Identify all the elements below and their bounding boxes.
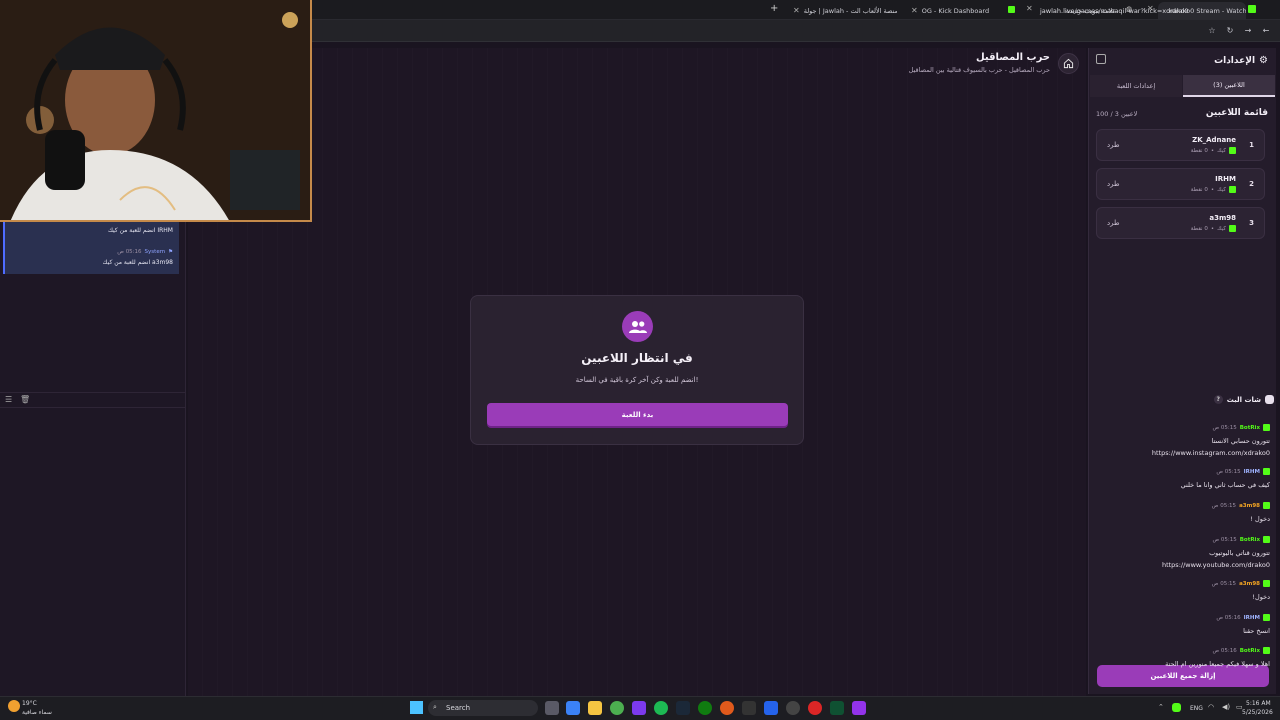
reload-icon[interactable]: ↻ <box>1224 25 1236 37</box>
kick-player-button[interactable]: طرد <box>1107 219 1120 227</box>
clock-time[interactable]: 5:16 AM <box>1246 700 1271 707</box>
player-name: ZK_Adnane <box>1192 136 1236 144</box>
app-icon[interactable] <box>764 701 778 715</box>
clock-date[interactable]: 5/25/2026 <box>1242 709 1273 716</box>
back-icon[interactable]: ← <box>1260 25 1272 37</box>
page-title: حرب المصاقيل <box>975 52 1050 63</box>
filter-icon[interactable]: ☰ <box>5 395 12 404</box>
url-field[interactable]: jawlah.live/games/masaqil-war?kick=xdrak… <box>1040 4 1200 18</box>
system-message: ⚑ System 05:16 ص a3m98 انضم للعبة من كيك <box>3 246 179 274</box>
stream-chat-panel <box>0 222 186 696</box>
kick-icon <box>1263 580 1270 587</box>
users-icon <box>622 311 653 342</box>
player-meta: كيك • 0 نقطة <box>1191 186 1236 193</box>
webcam-overlay <box>0 0 312 222</box>
player-row: 1 ZK_Adnane كيك • 0 نقطة طرد <box>1096 129 1265 161</box>
modal-subtitle: انضم للعبة وكن آخر كرة باقية في الساحة! <box>575 376 699 384</box>
player-row: 3 a3m98 كيك • 0 نقطة طرد <box>1096 207 1265 239</box>
modal-title: في انتظار اللاعبين <box>581 351 693 365</box>
kick-icon <box>1263 502 1270 509</box>
xbox-icon[interactable] <box>698 701 712 715</box>
kick-icon <box>1229 147 1236 154</box>
windows-start-icon[interactable] <box>410 701 423 714</box>
info-icon[interactable]: ? <box>1213 395 1223 404</box>
kick-icon <box>1248 5 1256 13</box>
volume-icon[interactable]: ◀) <box>1222 703 1230 711</box>
players-count: 100 / 3 لاعبين <box>1096 110 1138 118</box>
chrome-icon[interactable] <box>610 701 624 715</box>
home-button[interactable] <box>1058 53 1079 74</box>
app-icon[interactable] <box>852 701 866 715</box>
taskbar-search[interactable]: Search <box>428 700 538 716</box>
gear-icon: ⚙ <box>1259 55 1268 66</box>
system-message: IRHM انضم للعبة من كيك <box>3 222 179 246</box>
browser-tab-jawlah[interactable]: ✕ جولة | Jawlah - منصة الألعاب الت <box>787 2 897 19</box>
browser-tab-kick-dashboard[interactable]: ✕ OG - Kick Dashboard <box>905 2 1005 19</box>
chat-message: BotRix 05:15 ص تتورون قناتي باليوتيوب htt… <box>1161 536 1270 569</box>
system-icon: ⚑ <box>168 249 173 255</box>
start-game-button[interactable]: بدء اللعبة <box>487 403 788 426</box>
youtube-icon[interactable] <box>808 701 822 715</box>
chat-title: شات البث ? <box>1213 395 1274 404</box>
streamer-webcam-image <box>0 0 310 220</box>
close-tab-icon[interactable]: ✕ <box>793 6 800 15</box>
obs-icon[interactable] <box>720 701 734 715</box>
page-subtitle: حرب المصاقيل - حرب بالسيوف قتالية بين ال… <box>908 66 1050 74</box>
player-number: 1 <box>1249 141 1254 149</box>
close-tab-icon[interactable]: ✕ <box>911 6 918 15</box>
kick-icon <box>1229 186 1236 193</box>
bookmark-icon[interactable]: ☆ <box>1206 25 1218 37</box>
kick-icon <box>1263 536 1270 543</box>
tray-chevron-icon[interactable]: ⌃ <box>1158 703 1164 711</box>
player-number: 3 <box>1249 219 1254 227</box>
kick-icon <box>1263 647 1270 654</box>
kick-icon <box>1008 6 1015 13</box>
kick-icon <box>1229 225 1236 232</box>
trash-icon[interactable]: 🗑 <box>20 395 30 404</box>
tab-game-settings[interactable]: إعدادات اللعبة <box>1090 75 1182 97</box>
chat-message: a3m98 05:15 ص دخول ! <box>1211 502 1270 523</box>
kick-icon[interactable] <box>1172 703 1181 712</box>
tab-players[interactable]: اللاعبين (3) <box>1183 75 1275 97</box>
player-name: a3m98 <box>1209 214 1236 222</box>
close-tab-icon[interactable]: ✕ <box>1026 4 1033 13</box>
kick-player-button[interactable]: طرد <box>1107 141 1120 149</box>
weather-icon <box>8 700 20 712</box>
home-icon <box>1063 58 1074 69</box>
collapse-panel-icon[interactable] <box>1096 54 1106 64</box>
task-view-icon[interactable] <box>545 701 559 715</box>
app-icon[interactable] <box>786 701 800 715</box>
chat-message: BotRix 05:15 ص تتورون حسابي الانستا https… <box>1151 424 1270 457</box>
spotify-icon[interactable] <box>654 701 668 715</box>
wifi-icon[interactable]: ◠ <box>1208 703 1214 711</box>
chat-message: IRHM 05:15 ص كيف في حساب ثاني وانا ما خلن… <box>1180 468 1270 489</box>
new-tab-button[interactable]: + <box>770 3 778 14</box>
copilot-icon[interactable] <box>566 701 580 715</box>
chat-message: BotRix 05:16 ص اهلا و سهلا فيكم جميعا منو… <box>1165 647 1270 668</box>
weather-temp: 19°C <box>22 700 37 707</box>
kick-icon <box>1263 614 1270 621</box>
app-icon[interactable] <box>830 701 844 715</box>
chat-message: a3m98 05:15 ص دخول! <box>1211 580 1270 601</box>
chat-icon <box>1265 395 1274 404</box>
player-meta: كيك • 0 نقطة <box>1191 225 1236 232</box>
search-icon: ⌕ <box>433 703 437 711</box>
settings-title: ⚙ الإعدادات <box>1214 55 1268 66</box>
players-heading: قائمة اللاعبين <box>1205 108 1268 118</box>
player-row: 2 IRHM كيك • 0 نقطة طرد <box>1096 168 1265 200</box>
weather-desc: سماء صافية <box>22 709 52 716</box>
player-meta: كيك • 0 نقطة <box>1191 147 1236 154</box>
kick-icon <box>1263 468 1270 475</box>
player-number: 2 <box>1249 180 1254 188</box>
file-explorer-icon[interactable] <box>588 701 602 715</box>
steam-icon[interactable] <box>676 701 690 715</box>
chat-message: IRHM 05:16 ص انسخ حقنا <box>1216 614 1270 635</box>
language-indicator[interactable]: ENG <box>1190 705 1203 712</box>
kick-player-button[interactable]: طرد <box>1107 180 1120 188</box>
kick-icon <box>1263 424 1270 431</box>
player-name: IRHM <box>1215 175 1236 183</box>
forward-icon[interactable]: → <box>1242 25 1254 37</box>
epic-games-icon[interactable] <box>742 701 756 715</box>
discord-icon[interactable] <box>632 701 646 715</box>
